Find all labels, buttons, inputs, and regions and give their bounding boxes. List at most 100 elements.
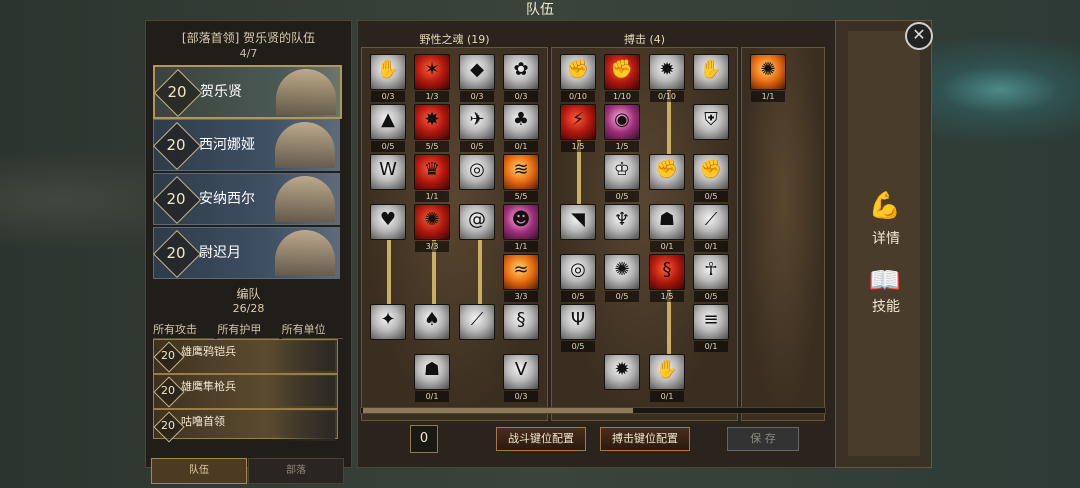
skill-rank: 0/1 bbox=[694, 341, 728, 352]
tree-scrollbar[interactable] bbox=[360, 407, 826, 414]
unit-card[interactable]: 20 雄鹰鸦铠兵 bbox=[153, 339, 338, 374]
skill-icon[interactable]: V 0/3 bbox=[503, 354, 539, 402]
skill-icon[interactable]: ✋ bbox=[693, 54, 729, 90]
skill-icon[interactable]: ✿ 0/3 bbox=[503, 54, 539, 102]
skill-icon[interactable]: ☗ 0/1 bbox=[414, 354, 450, 402]
skill-icon[interactable]: ✊ 0/5 bbox=[693, 154, 729, 202]
multi-strike-icon: ≡ bbox=[703, 309, 719, 330]
skill-icon[interactable]: ⟋ 0/1 bbox=[693, 204, 729, 252]
skill-panel: 野性之魂 (19) ✋ 0/3 ✶ 1/3 ◆ 0/3 ✿ 0/3 ▲ 0/5 ✸ 5/5 … bbox=[357, 20, 837, 468]
hero-portrait bbox=[275, 230, 335, 276]
skill-icon[interactable]: ♥ bbox=[370, 204, 406, 240]
skill-icon[interactable]: ◥ bbox=[560, 204, 596, 240]
scrollbar-thumb[interactable] bbox=[363, 408, 633, 413]
skill-icon[interactable]: ◎ 0/5 bbox=[560, 254, 596, 302]
skill-icon[interactable]: ☥ 0/5 bbox=[693, 254, 729, 302]
hero-name: 贺乐贤 bbox=[200, 84, 242, 100]
skill-icon[interactable]: ✹ bbox=[604, 354, 640, 390]
skill-icon[interactable]: ⟋ bbox=[459, 304, 495, 340]
skill-rank: 0/1 bbox=[415, 391, 449, 402]
unit-filters: 所有攻击 所有护甲 所有单位 bbox=[153, 320, 343, 339]
muscle-arm-icon[interactable]: 💪 bbox=[865, 186, 905, 226]
skill-icon[interactable]: ▲ 0/5 bbox=[370, 104, 406, 152]
skill-icon[interactable]: ✋ 0/1 bbox=[649, 354, 685, 402]
skill-icon[interactable]: ✊ bbox=[649, 154, 685, 190]
skill-tree-combat: 搏击 (4) ✊ 0/10 ✊ 1/10 ✹ 0/10 ✋ ⚡ 1/5 ◉ 1/5 ⛨ ♔… bbox=[551, 33, 738, 421]
wing-icon: ✈ bbox=[469, 109, 485, 130]
skill-icon[interactable]: ✹ 0/10 bbox=[649, 54, 685, 102]
party-header: [部落首领] 贺乐贤的队伍 bbox=[181, 31, 316, 45]
skill-icon[interactable]: ✺ 3/3 bbox=[414, 204, 450, 252]
skill-rank: 0/5 bbox=[371, 141, 405, 152]
skill-rank: 0/10 bbox=[561, 91, 595, 102]
skill-icon[interactable]: ✺ 0/5 bbox=[604, 254, 640, 302]
skill-icon[interactable]: ◆ 0/3 bbox=[459, 54, 495, 102]
skill-icon[interactable]: ♛ 1/1 bbox=[414, 154, 450, 202]
skill-icon[interactable]: ✦ bbox=[370, 304, 406, 340]
skill-icon[interactable]: ≈3/3 bbox=[503, 254, 539, 302]
vision-icon: ◎ bbox=[570, 259, 586, 280]
skill-icon[interactable]: ♣ 0/1 bbox=[503, 104, 539, 152]
close-button[interactable]: ✕ bbox=[905, 22, 933, 50]
skill-icon[interactable]: ✸ 5/5 bbox=[414, 104, 450, 152]
skill-tree-third: 来自 ✺1/1 bbox=[741, 47, 825, 421]
skill-icon[interactable]: ✺ 1/1 bbox=[750, 54, 786, 102]
battle-keys-button[interactable]: 战斗键位配置 bbox=[496, 427, 586, 451]
punch-icon: ✊ bbox=[699, 159, 723, 180]
hero-card[interactable]: 20 西河娜娅 bbox=[152, 119, 340, 171]
details-tab[interactable]: 详情 bbox=[856, 228, 916, 248]
skill-icon[interactable]: ♆ bbox=[604, 204, 640, 240]
hero-name: 尉迟月 bbox=[199, 245, 241, 261]
filter-attack-dropdown[interactable]: 所有攻击 bbox=[153, 320, 215, 339]
filter-unit-dropdown[interactable]: 所有单位 bbox=[281, 320, 343, 339]
hero-card[interactable]: 20 安纳西尔 bbox=[152, 173, 340, 225]
spirit-icon: ♆ bbox=[613, 209, 631, 230]
hero-card[interactable]: 20 贺乐贤 bbox=[153, 65, 342, 119]
unit-card[interactable]: 20 雄鹰隼枪兵 bbox=[153, 374, 338, 409]
skill-icon[interactable]: ◉ 1/5 bbox=[604, 104, 640, 152]
formation-count: 26/28 bbox=[232, 302, 265, 315]
save-button[interactable]: 保 存 bbox=[727, 427, 799, 451]
dragon-icon: § bbox=[516, 309, 526, 330]
wolf-icon: ▲ bbox=[381, 109, 395, 130]
skill-rank: 0/10 bbox=[650, 91, 684, 102]
skill-icon[interactable]: ✊ 0/10 bbox=[560, 54, 596, 102]
skill-icon[interactable]: ≋ 5/5 bbox=[503, 154, 539, 202]
grab-icon: ✋ bbox=[655, 359, 679, 380]
window-title: 队伍 bbox=[526, 2, 554, 18]
skill-icon[interactable]: ☻ 1/1 bbox=[503, 204, 539, 252]
tab-tribe[interactable]: 部落 bbox=[248, 458, 344, 484]
skill-rank: 1/5 bbox=[561, 141, 595, 152]
skill-rank: 1/10 bbox=[605, 91, 639, 102]
skill-book-icon[interactable]: 📖 bbox=[865, 261, 905, 301]
heart-icon: ♥ bbox=[379, 209, 397, 230]
skill-icon[interactable]: ♠ bbox=[414, 304, 450, 340]
unit-card[interactable]: 20 咕噜首领 bbox=[153, 409, 338, 443]
dragon-head-icon: § bbox=[662, 259, 672, 280]
fight-keys-button[interactable]: 搏击键位配置 bbox=[600, 427, 690, 451]
skill-icon[interactable]: ✊ 1/10 bbox=[604, 54, 640, 102]
skill-icon[interactable]: ⚡ 1/5 bbox=[560, 104, 596, 152]
skill-rank: 0/5 bbox=[694, 191, 728, 202]
skill-icon[interactable]: ☗ 0/1 bbox=[649, 204, 685, 252]
skill-icon[interactable]: Ψ 0/5 bbox=[560, 304, 596, 352]
unit-level: 20 bbox=[161, 349, 175, 362]
tree-title: 搏击 (4) bbox=[623, 33, 666, 46]
skill-rank: 0/1 bbox=[650, 391, 684, 402]
skill-icon[interactable]: § bbox=[503, 304, 539, 340]
skills-tab[interactable]: 技能 bbox=[856, 296, 916, 316]
hero-card[interactable]: 20 尉迟月 bbox=[152, 227, 340, 279]
skill-icon[interactable]: @ bbox=[459, 204, 495, 240]
skill-icon[interactable]: ⛨ bbox=[693, 104, 729, 140]
party-count: 4/7 bbox=[239, 47, 258, 60]
skill-icon[interactable]: ≡ 0/1 bbox=[693, 304, 729, 352]
filter-armor-dropdown[interactable]: 所有护甲 bbox=[217, 320, 279, 339]
skill-icon[interactable]: ✈ 0/5 bbox=[459, 104, 495, 152]
skill-icon[interactable]: ◎ bbox=[459, 154, 495, 190]
skill-icon[interactable]: ✶ 1/3 bbox=[414, 54, 450, 102]
skill-icon[interactable]: § 1/5 bbox=[649, 254, 685, 302]
skill-icon[interactable]: W bbox=[370, 154, 406, 190]
tab-party[interactable]: 队伍 bbox=[151, 458, 247, 484]
skill-icon[interactable]: ♔ 0/5 bbox=[604, 154, 640, 202]
skill-icon[interactable]: ✋ 0/3 bbox=[370, 54, 406, 102]
